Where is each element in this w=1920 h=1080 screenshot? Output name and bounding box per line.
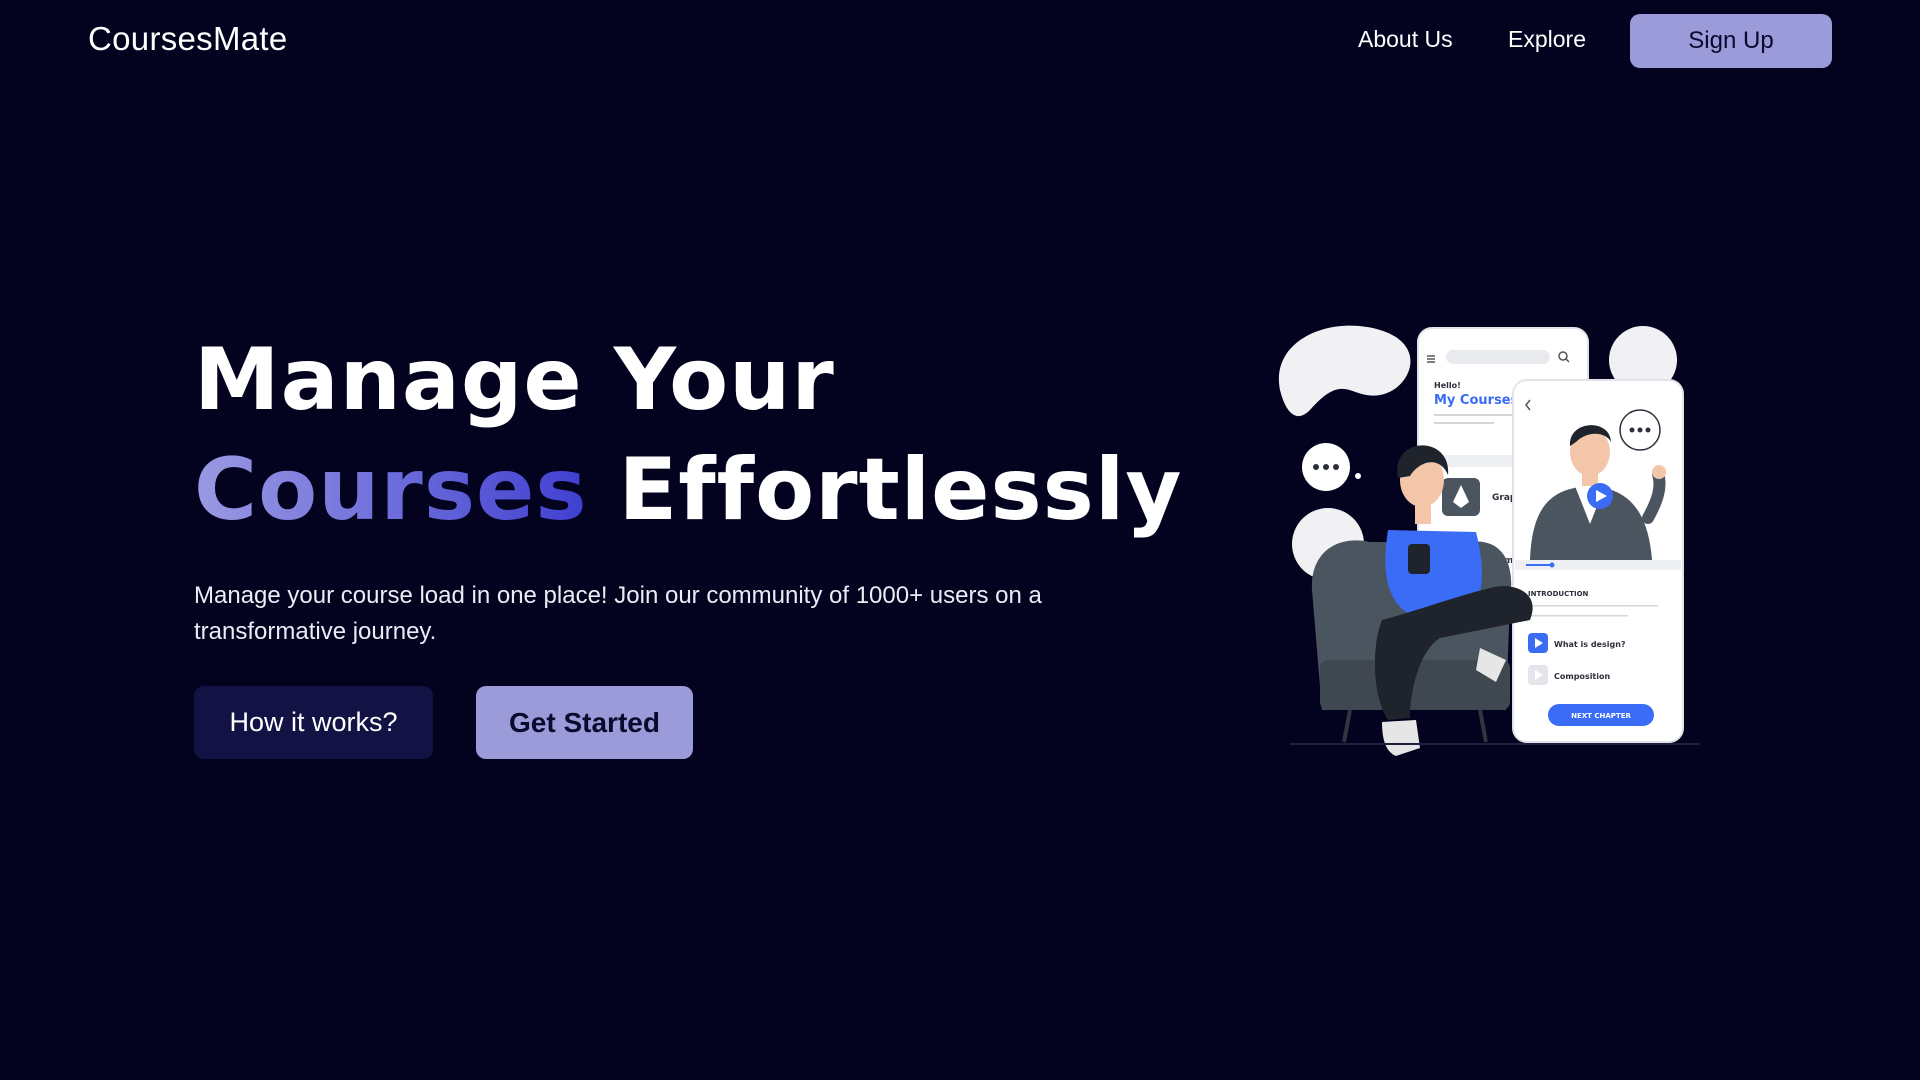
how-it-works-button[interactable]: How it works? xyxy=(194,686,433,759)
hero-title-highlight: Courses xyxy=(194,440,588,540)
divider-line xyxy=(1528,615,1628,617)
speech-blob xyxy=(1278,325,1411,417)
hero-title-rest: Effortlessly xyxy=(618,440,1183,540)
chapter-composition: Composition xyxy=(1554,672,1610,681)
divider-line xyxy=(1434,414,1514,416)
sign-up-button[interactable]: Sign Up xyxy=(1630,14,1832,68)
phone-back-greeting: Hello! xyxy=(1434,381,1461,390)
get-started-button[interactable]: Get Started xyxy=(476,686,693,759)
chapter-what-is-design: What is design? xyxy=(1554,640,1626,649)
chat-dots-icon xyxy=(1629,427,1651,433)
landing-page: CoursesMate About Us Explore Sign Up Man… xyxy=(0,0,1920,1080)
divider-line xyxy=(1434,422,1494,424)
hero-title-line1: Manage Your xyxy=(194,330,835,430)
hero-illustration: Hello! My Courses Grap Htm xyxy=(1270,320,1710,760)
divider-line xyxy=(1528,605,1658,607)
video-progress-fill xyxy=(1526,564,1552,566)
hero-title: Manage Your Courses Effortlessly xyxy=(194,325,1182,545)
nav-explore[interactable]: Explore xyxy=(1508,26,1586,53)
phone-back-title: My Courses xyxy=(1434,393,1519,408)
nav-about-us[interactable]: About Us xyxy=(1358,26,1453,53)
brand-logo[interactable]: CoursesMate xyxy=(88,20,288,58)
chapter-introduction: INTRODUCTION xyxy=(1528,590,1589,598)
phone-back-search-bar xyxy=(1446,350,1550,364)
video-progress-handle xyxy=(1549,562,1555,568)
next-chapter-label: NEXT CHAPTER xyxy=(1571,712,1631,720)
top-navbar: CoursesMate About Us Explore Sign Up xyxy=(0,14,1920,68)
bubble-dot xyxy=(1355,473,1361,479)
illustration-svg: Hello! My Courses Grap Htm xyxy=(1278,325,1700,756)
hero-subtitle: Manage your course load in one place! Jo… xyxy=(194,582,1042,645)
chat-dots-icon xyxy=(1313,464,1339,470)
